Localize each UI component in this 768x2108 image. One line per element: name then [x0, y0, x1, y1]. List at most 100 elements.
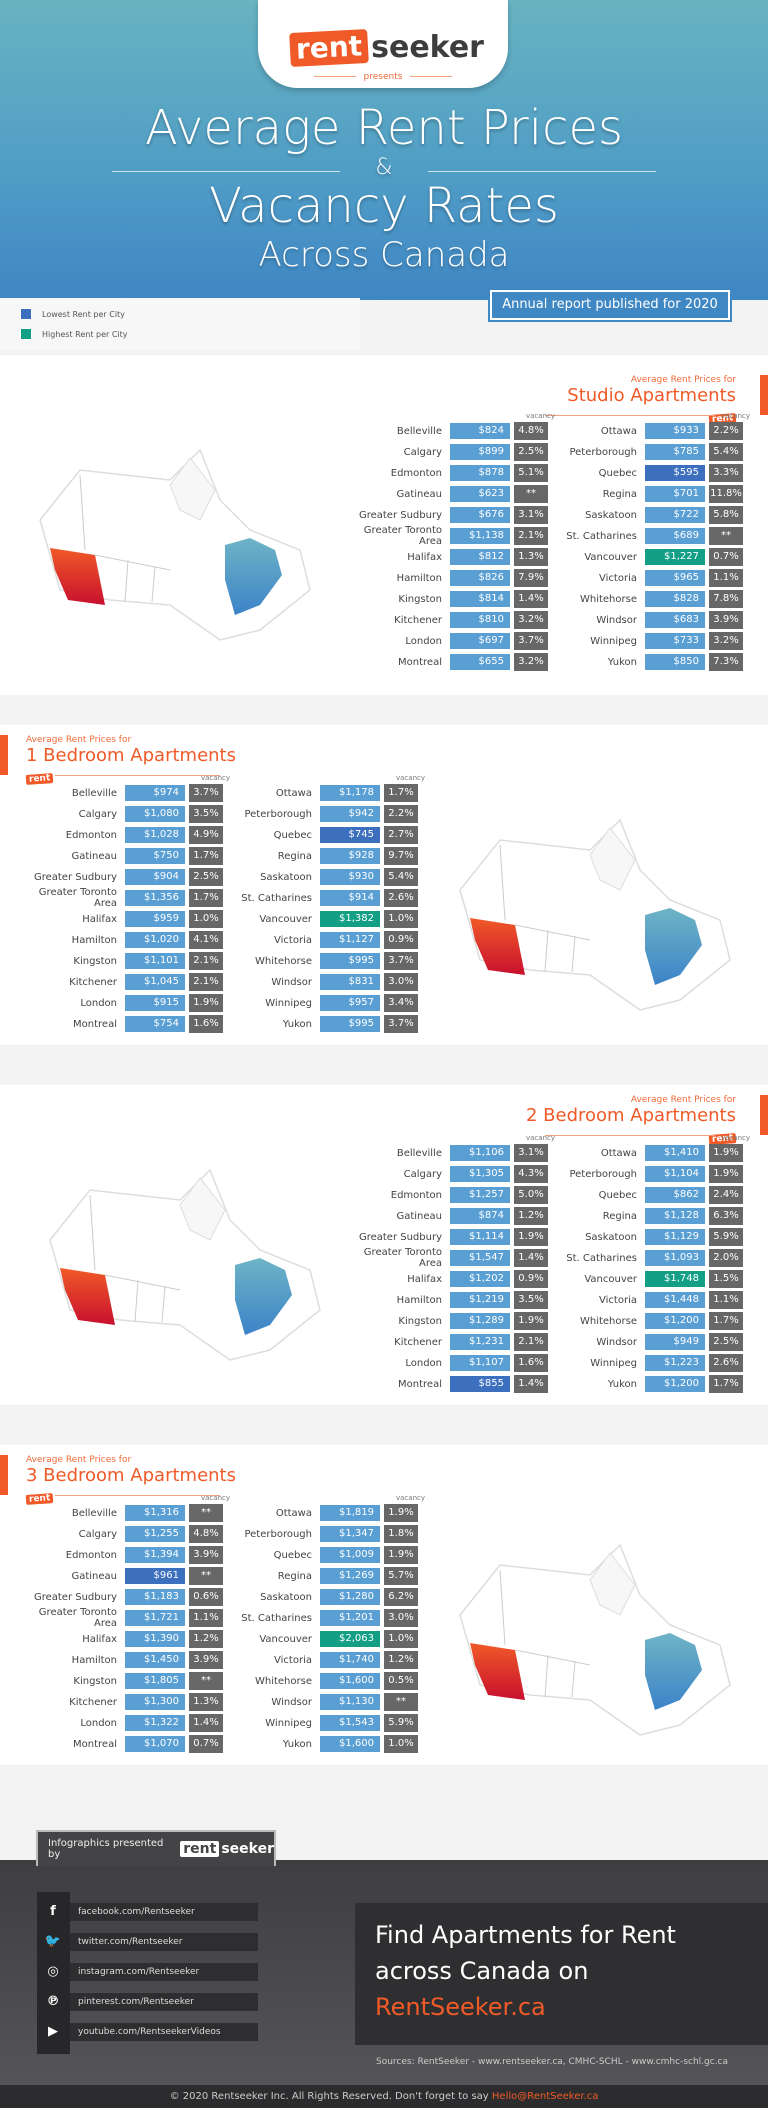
sources-text: Sources: RentSeeker - www.rentseeker.ca,… — [376, 2057, 729, 2067]
rent-price: $722 — [645, 507, 705, 523]
presented-by-tab: Infographics presented by rent seeker — [36, 1830, 276, 1866]
rent-price: $1,316 — [125, 1505, 185, 1521]
rent-price: $1,269 — [320, 1568, 380, 1584]
city-name: Yukon — [607, 1378, 637, 1390]
rent-price: $701 — [645, 486, 705, 502]
table-row: Kitchener $1,231 2.1% — [340, 1333, 548, 1351]
city-name: Windsor — [596, 614, 637, 626]
table-row: Edmonton $1,394 3.9% — [15, 1546, 223, 1564]
rent-price: $1,080 — [125, 806, 185, 822]
table-row: Gatineau $750 1.7% — [15, 847, 223, 865]
city-name: Edmonton — [390, 1189, 442, 1201]
city-name: Whitehorse — [254, 955, 312, 967]
table-row: Gatineau $623 ** — [340, 485, 548, 503]
rent-price: $850 — [645, 654, 705, 670]
section-underline — [55, 1495, 220, 1496]
table-row: Vancouver $2,063 1.0% — [210, 1630, 418, 1648]
rent-price: $785 — [645, 444, 705, 460]
rent-price: $1,280 — [320, 1589, 380, 1605]
table-row: Peterborough $1,347 1.8% — [210, 1525, 418, 1543]
logo-seeker: seeker — [371, 30, 484, 65]
legend: Lowest Rent per City Highest Rent per Ci… — [0, 298, 360, 350]
rent-price: $824 — [450, 423, 510, 439]
rentseeker-logo[interactable]: rent seeker — [289, 28, 484, 67]
city-name: London — [80, 997, 117, 1009]
city-name: Halifax — [82, 1633, 117, 1645]
city-name: Yukon — [282, 1018, 312, 1030]
vacancy-rate: 2.0% — [709, 1249, 743, 1267]
table-row: Peterborough $942 2.2% — [210, 805, 418, 823]
table-row: Montreal $655 3.2% — [340, 653, 548, 671]
table-row: Calgary $1,080 3.5% — [15, 805, 223, 823]
table-row: Kitchener $1,300 1.3% — [15, 1693, 223, 1711]
rent-price: $928 — [320, 848, 380, 864]
table-row: Kingston $1,805 ** — [15, 1672, 223, 1690]
table-row: Winnipeg $1,543 5.9% — [210, 1714, 418, 1732]
table-row: Peterborough $785 5.4% — [535, 443, 743, 461]
logo-card: rent seeker presents — [258, 0, 508, 88]
city-name: Quebec — [273, 829, 312, 841]
rent-price: $595 — [645, 465, 705, 481]
rent-price: $1,394 — [125, 1547, 185, 1563]
vacancy-rate: 2.5% — [709, 1333, 743, 1351]
city-name: Gatineau — [396, 488, 442, 500]
vacancy-rate: 1.9% — [709, 1144, 743, 1162]
section-subtitle: Average Rent Prices for — [26, 735, 132, 745]
social-link[interactable]: youtube.com/RentseekerVideos — [70, 2023, 258, 2041]
contact-email-link[interactable]: Hello@RentSeeker.ca — [492, 2091, 599, 2102]
table-row: Windsor $1,130 ** — [210, 1693, 418, 1711]
city-name: Quebec — [598, 1189, 637, 1201]
copyright-text: © 2020 Rentseeker Inc. All Rights Reserv… — [169, 2091, 492, 2102]
facebook-icon[interactable]: f — [44, 1903, 62, 1921]
twitter-icon[interactable]: 🐦 — [44, 1933, 62, 1951]
table-row: Yukon $850 7.3% — [535, 653, 743, 671]
vacancy-rate: 1.9% — [384, 1546, 418, 1564]
table-row: Greater Sudbury $1,183 0.6% — [15, 1588, 223, 1606]
social-link[interactable]: facebook.com/Rentseeker — [70, 1903, 258, 1921]
vacancy-header: vacancy — [396, 774, 425, 782]
city-name: Quebec — [273, 1549, 312, 1561]
cta-site-link[interactable]: RentSeeker.ca — [375, 1989, 748, 2025]
vacancy-rate: 1.1% — [709, 569, 743, 587]
social-link[interactable]: twitter.com/Rentseeker — [70, 1933, 258, 1951]
city-name: Ottawa — [275, 1507, 312, 1519]
city-name: Hamilton — [396, 1294, 442, 1306]
section-title: 2 Bedroom Apartments — [526, 1105, 736, 1126]
cta-box: Find Apartments for Rent across Canada o… — [355, 1903, 768, 2045]
pinterest-icon[interactable]: ℗ — [44, 1993, 62, 2011]
rent-price: $1,390 — [125, 1631, 185, 1647]
rent-price: $949 — [645, 1334, 705, 1350]
city-name: Vancouver — [584, 1273, 637, 1285]
city-name: Ottawa — [275, 787, 312, 799]
rent-price: $1,009 — [320, 1547, 380, 1563]
rent-price: $831 — [320, 974, 380, 990]
table-row: Belleville $1,316 ** — [15, 1504, 223, 1522]
city-name: Montreal — [398, 1378, 442, 1390]
rent-price: $1,300 — [125, 1694, 185, 1710]
city-name: Regina — [602, 1210, 637, 1222]
youtube-icon[interactable]: ▶ — [44, 2023, 62, 2041]
table-row: Halifax $959 1.0% — [15, 910, 223, 928]
table-row: Victoria $1,127 0.9% — [210, 931, 418, 949]
rent-price: $1,028 — [125, 827, 185, 843]
table-row: Ottawa $1,178 1.7% — [210, 784, 418, 802]
city-name: London — [405, 1357, 442, 1369]
instagram-icon[interactable]: ◎ — [44, 1963, 62, 1981]
rent-price: $1,114 — [450, 1229, 510, 1245]
rent-price: $810 — [450, 612, 510, 628]
city-name: Gatineau — [71, 1570, 117, 1582]
table-row: London $915 1.9% — [15, 994, 223, 1012]
rent-price: $899 — [450, 444, 510, 460]
vacancy-rate: 7.8% — [709, 590, 743, 608]
footer-logo[interactable]: rent seeker — [180, 1841, 274, 1857]
table-row: Victoria $1,740 1.2% — [210, 1651, 418, 1669]
vacancy-rate: 1.7% — [384, 784, 418, 802]
rent-price: $1,740 — [320, 1652, 380, 1668]
social-link[interactable]: pinterest.com/Rentseeker — [70, 1993, 258, 2011]
city-name: Montreal — [73, 1738, 117, 1750]
table-row: Victoria $1,448 1.1% — [535, 1291, 743, 1309]
social-link[interactable]: instagram.com/Rentseeker — [70, 1963, 258, 1981]
table-row: London $1,322 1.4% — [15, 1714, 223, 1732]
city-name: Greater Sudbury — [33, 871, 117, 883]
table-row: Vancouver $1,227 0.7% — [535, 548, 743, 566]
